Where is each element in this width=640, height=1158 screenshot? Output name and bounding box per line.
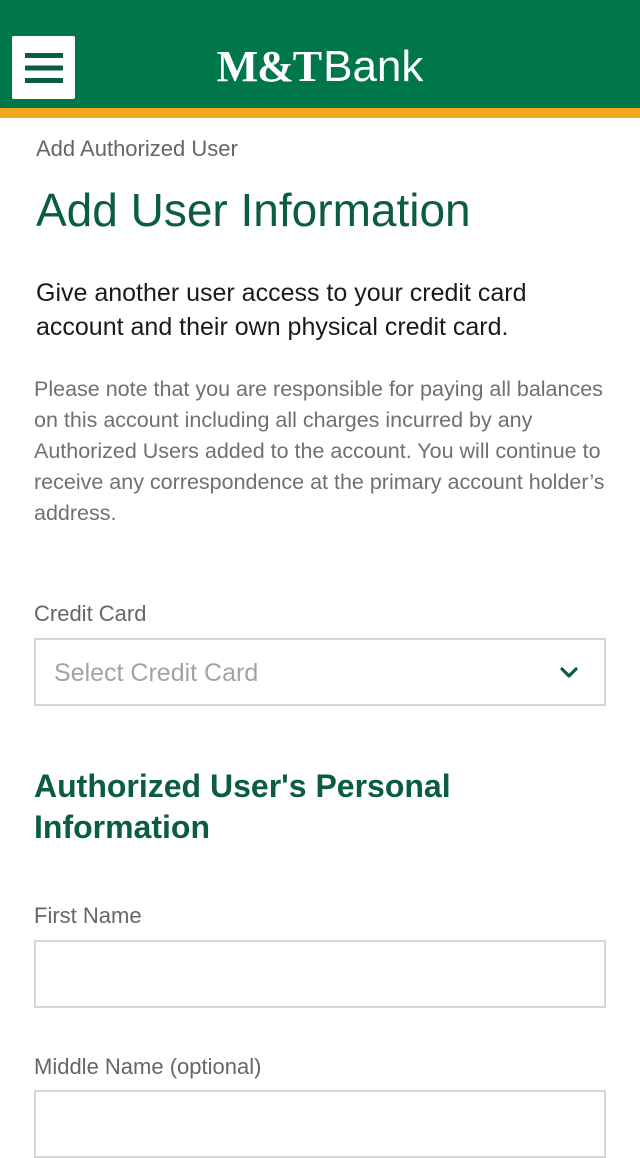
breadcrumb: Add Authorized User xyxy=(36,136,238,161)
header-accent-stripe xyxy=(0,108,640,118)
logo-mt-text: M&T xyxy=(216,42,323,91)
intro-text: Give another user access to your credit … xyxy=(36,279,527,341)
first-name-label: First Name xyxy=(34,903,142,928)
first-name-input[interactable] xyxy=(34,940,606,1008)
credit-card-select-placeholder: Select Credit Card xyxy=(54,659,259,687)
middle-name-label: Middle Name (optional) xyxy=(34,1054,262,1079)
app-header: M&TBank xyxy=(0,0,640,108)
bank-logo[interactable]: M&TBank xyxy=(0,40,640,94)
page-title: Add User Information xyxy=(36,184,471,236)
personal-info-section-title: Authorized User's Personal Information xyxy=(34,768,451,845)
credit-card-select[interactable]: Select Credit Card xyxy=(34,638,606,706)
middle-name-input[interactable] xyxy=(34,1090,606,1158)
chevron-down-icon xyxy=(560,667,578,678)
credit-card-label: Credit Card xyxy=(34,601,147,626)
logo-bank-text: Bank xyxy=(323,42,424,91)
responsibility-note: Please note that you are responsible for… xyxy=(34,377,605,525)
